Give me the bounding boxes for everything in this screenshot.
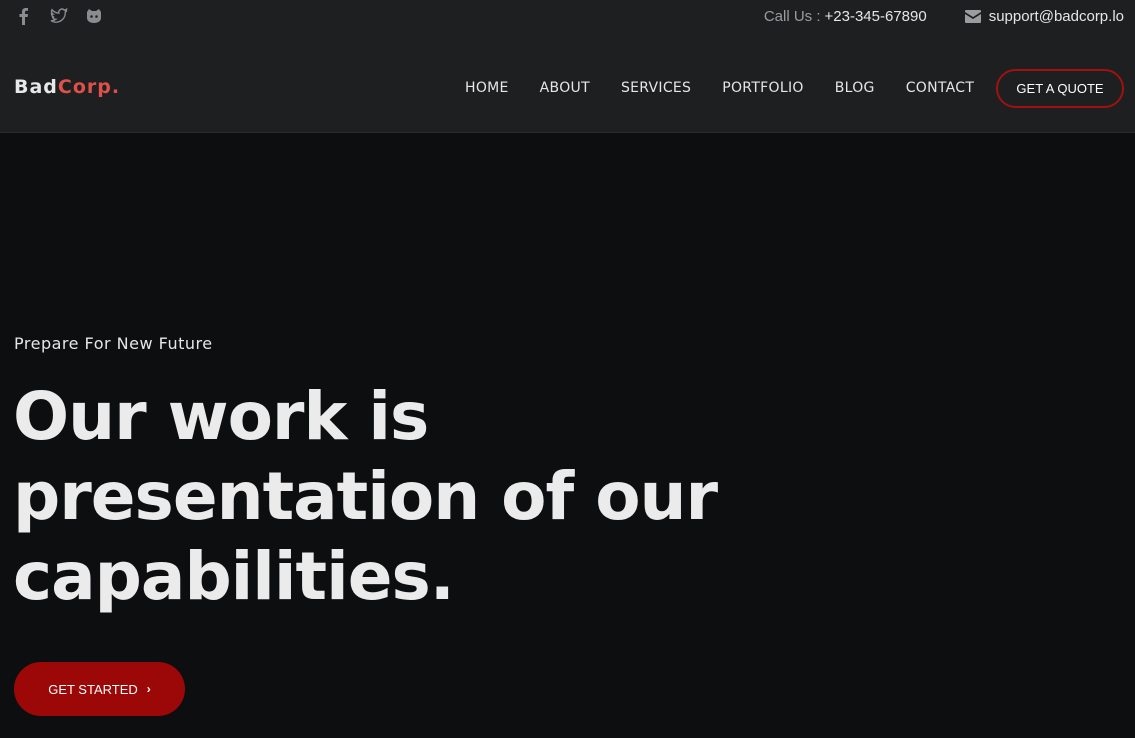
main-nav: HOME ABOUT SERVICES PORTFOLIO BLOG CONTA… [465, 80, 1005, 96]
twitter-icon[interactable] [49, 6, 69, 26]
hero-section: Prepare For New Future Our work is prese… [0, 133, 1135, 738]
nav-blog[interactable]: BLOG [835, 80, 875, 96]
logo-main: Bad [14, 76, 58, 98]
logo[interactable]: BadCorp. [14, 76, 120, 98]
nav-services[interactable]: SERVICES [621, 80, 691, 96]
hero-subtitle: Prepare For New Future [14, 334, 213, 353]
email-link[interactable]: support@badcorp.lo [964, 8, 1124, 25]
call-label: Call Us : [763, 8, 821, 25]
get-quote-button[interactable]: GET A QUOTE [996, 69, 1124, 108]
logo-accent: Corp. [57, 76, 121, 98]
facebook-icon[interactable] [14, 6, 34, 26]
hero-title: Our work is presentation of our capabili… [13, 378, 718, 615]
top-bar: Call Us : +23-345-67890 support@badcorp.… [0, 0, 1135, 40]
nav-contact[interactable]: CONTACT [906, 80, 975, 96]
nav-about[interactable]: ABOUT [540, 80, 590, 96]
phone-number[interactable]: +23-345-67890 [825, 8, 927, 25]
social-links [14, 6, 119, 26]
github-icon[interactable] [84, 6, 104, 26]
envelope-icon [964, 10, 981, 23]
nav-portfolio[interactable]: PORTFOLIO [722, 80, 803, 96]
get-started-button[interactable]: GET STARTED › [14, 662, 185, 716]
get-started-label: GET STARTED [48, 681, 138, 697]
chevron-right-icon: › [146, 682, 151, 696]
nav-home[interactable]: HOME [465, 80, 509, 96]
contact-info: Call Us : +23-345-67890 support@badcorp.… [764, 8, 1124, 25]
email-address[interactable]: support@badcorp.lo [989, 8, 1124, 25]
site-header: BadCorp. HOME ABOUT SERVICES PORTFOLIO B… [0, 40, 1135, 133]
